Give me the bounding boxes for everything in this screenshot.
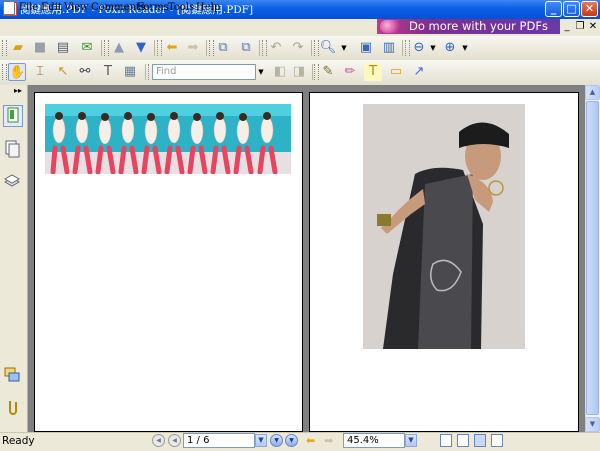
page-number-field[interactable]: 1 / 6	[183, 433, 255, 448]
tools-toolbar: ✋ ⌶ ↖ ⚯ T ▦ ◧ ◨ ✎ ✏ T ▭ ↗	[0, 60, 600, 86]
back-status-icon[interactable]: ⬅	[306, 434, 315, 447]
forward-arrow-icon[interactable]: ➡	[184, 39, 202, 57]
email-icon[interactable]: ✉	[78, 39, 96, 57]
toolbar-grip[interactable]	[2, 64, 7, 80]
menu-file[interactable]: File	[19, 2, 38, 13]
pencil-icon[interactable]: ✏	[341, 63, 359, 81]
first-page-icon[interactable]: ◀	[152, 434, 165, 447]
status-text: Ready	[2, 435, 35, 447]
textbox-icon[interactable]: T	[364, 63, 382, 81]
select-text-icon[interactable]: ⌶	[31, 63, 49, 81]
print-icon[interactable]: ▤	[54, 39, 72, 57]
minimize-button[interactable]: _	[545, 1, 562, 17]
doc-restore-button[interactable]: ❐	[574, 21, 586, 33]
fit-width-icon[interactable]: ▥	[380, 39, 398, 57]
zoom-out-icon[interactable]: ⊖	[410, 39, 428, 57]
redo-icon[interactable]: ↷	[289, 39, 307, 57]
promo-banner[interactable]: Do more with your PDFs	[377, 19, 560, 34]
doc-minimize-button[interactable]: _	[561, 21, 573, 33]
scroll-down-arrow-icon[interactable]: ▼	[585, 417, 600, 432]
prev-page-icon[interactable]: ◀	[168, 434, 181, 447]
toolbar-separator	[312, 64, 313, 80]
comments-icon	[4, 367, 20, 382]
select-annotation-icon[interactable]: ↖	[54, 63, 72, 81]
save-icon[interactable]: ■	[31, 39, 49, 57]
zoom-field[interactable]: 45.4%	[343, 433, 405, 448]
find-dropdown-icon[interactable]: ▼	[256, 64, 266, 80]
layers-tab[interactable]	[3, 171, 23, 193]
zoom-in-dropdown-icon[interactable]: ▼	[461, 39, 469, 57]
open-folder-icon[interactable]: ▰	[9, 39, 27, 57]
promo-logo-icon	[380, 20, 404, 33]
fashion-photo-image	[363, 104, 525, 349]
zoom-in-tool-icon[interactable]: 🔍︎	[319, 39, 337, 57]
status-bar	[0, 432, 600, 451]
previous-page-icon[interactable]: ▲	[110, 39, 128, 57]
pages-icon	[5, 140, 20, 158]
continuous-facing-layout-icon[interactable]	[491, 434, 503, 447]
zoom-tool-dropdown-icon[interactable]: ▼	[340, 39, 348, 57]
menu-edit[interactable]: Edit	[41, 2, 62, 13]
zoom-in-icon[interactable]: ⊕	[441, 39, 459, 57]
hand-tool-icon[interactable]: ✋	[8, 63, 26, 81]
toolbar-separator	[101, 40, 102, 56]
back-arrow-icon[interactable]: ⬅	[163, 39, 181, 57]
fit-page-icon[interactable]: ▣	[357, 39, 375, 57]
forward-status-icon[interactable]: ➡	[324, 434, 333, 447]
facing-layout-icon[interactable]	[474, 434, 486, 447]
toolbar-separator	[206, 40, 207, 56]
binoculars-search-icon[interactable]: ⚯	[76, 63, 94, 81]
next-page-status-icon[interactable]: ▼	[270, 434, 283, 447]
note-comment-icon[interactable]: ▭	[387, 63, 405, 81]
last-page-icon[interactable]: ▼	[285, 434, 298, 447]
find-next-icon[interactable]: ◨	[290, 63, 308, 81]
rotate-left-icon[interactable]: ⧉	[214, 39, 232, 57]
close-button[interactable]: ✕	[581, 1, 598, 17]
pages-tab[interactable]	[3, 138, 23, 160]
find-input[interactable]: Find	[152, 64, 256, 80]
menu-forms[interactable]: Forms	[137, 2, 169, 13]
group-photo-image	[45, 104, 291, 174]
document-icon[interactable]	[3, 1, 15, 15]
paperclip-icon	[9, 401, 17, 415]
comments-tab[interactable]	[3, 365, 23, 387]
continuous-layout-icon[interactable]	[457, 434, 469, 447]
layers-icon	[3, 174, 21, 187]
doc-close-button[interactable]: ✕	[587, 21, 599, 33]
rotate-right-icon[interactable]: ⧉	[237, 39, 255, 57]
toolbar-grip[interactable]	[2, 40, 7, 56]
page-dropdown-icon[interactable]: ▼	[255, 434, 267, 447]
expand-panel-icon[interactable]: ▸▸	[14, 86, 22, 95]
toolbar-grip[interactable]	[104, 40, 109, 56]
find-previous-icon[interactable]: ◧	[271, 63, 289, 81]
toolbar-separator	[154, 40, 155, 56]
attachments-tab[interactable]	[3, 397, 23, 419]
menu-view[interactable]: View	[64, 2, 89, 13]
menu-tools[interactable]: Tools	[168, 2, 194, 13]
snapshot-icon[interactable]: ▦	[121, 63, 139, 81]
main-toolbar: ▰ ■ ▤ ✉ ▲ ▼ ⬅ ➡ ⧉ ⧉ ↶ ↷ 🔍︎ ▼ ▣ ▥ ⊖ ▼ ⊕ ▼	[0, 36, 600, 61]
bookmarks-tab[interactable]	[3, 105, 23, 127]
text-viewer-icon[interactable]: T	[99, 63, 117, 81]
scroll-up-arrow-icon[interactable]: ▲	[585, 85, 600, 100]
maximize-button[interactable]: □	[563, 1, 580, 17]
zoom-dropdown-icon[interactable]: ▼	[405, 434, 417, 447]
toolbar-separator	[311, 40, 312, 56]
toolbar-separator	[145, 64, 146, 80]
toolbar-separator	[259, 40, 260, 56]
toolbar-grip[interactable]	[157, 40, 162, 56]
menu-help[interactable]: Help	[196, 2, 220, 13]
zoom-out-dropdown-icon[interactable]: ▼	[429, 39, 437, 57]
next-page-icon[interactable]: ▼	[132, 39, 150, 57]
typewriter-icon[interactable]: ✎	[319, 63, 337, 81]
scrollbar-thumb[interactable]	[586, 101, 599, 415]
bookmarks-icon	[7, 107, 19, 123]
single-page-layout-icon[interactable]	[440, 434, 452, 447]
toolbar-separator	[402, 40, 403, 56]
undo-icon[interactable]: ↶	[267, 39, 285, 57]
arrow-tool-icon[interactable]: ↗	[410, 63, 428, 81]
